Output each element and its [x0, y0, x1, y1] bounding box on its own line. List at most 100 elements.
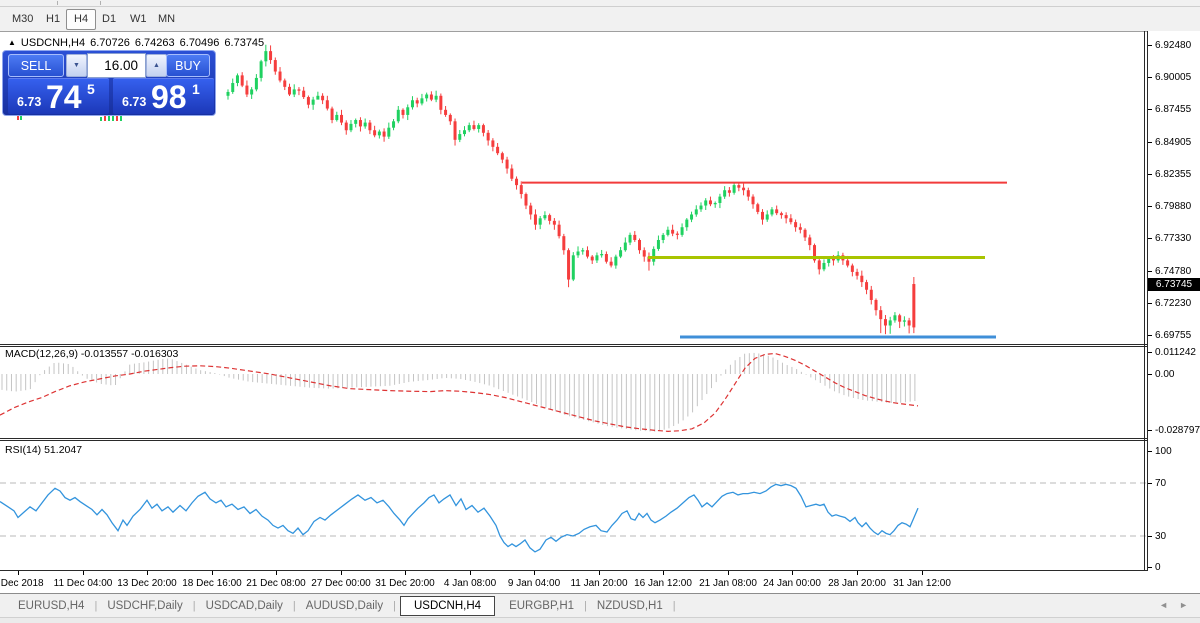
date-axis-label: 11 Jan 20:00	[570, 578, 627, 589]
date-tick	[147, 571, 148, 575]
sell-price-digits: 74	[46, 79, 82, 116]
sell-price-display[interactable]: 6.73 74 5	[8, 78, 109, 114]
tab-usdcad[interactable]: USDCAD,Daily	[196, 597, 293, 615]
chevron-down-icon: ▼	[73, 62, 80, 69]
volume-increase-button[interactable]: ▲	[146, 54, 167, 77]
rsi-axis-label: 70	[1155, 478, 1166, 489]
tab-scroll-right-icon[interactable]: ►	[1179, 600, 1188, 610]
rsi-label: RSI(14) 51.2047	[5, 444, 82, 456]
toolbar-separator	[100, 1, 101, 5]
tab-audusd[interactable]: AUDUSD,Daily	[296, 597, 393, 615]
date-tick	[83, 571, 84, 575]
rsi-tick	[1148, 536, 1152, 537]
date-axis-label: 18 Dec 16:00	[182, 578, 242, 589]
chevron-up-icon: ▲	[153, 62, 160, 69]
current-price-tag: 6.73745	[1148, 278, 1200, 291]
macd-axis-label: 0.011242	[1155, 347, 1196, 358]
price-axis-label: 6.77330	[1155, 233, 1191, 244]
date-tick	[18, 571, 19, 575]
date-axis: 6 Dec 201811 Dec 04:0013 Dec 20:0018 Dec…	[0, 571, 1200, 593]
date-tick	[534, 571, 535, 575]
rsi-indicator-pane[interactable]	[0, 441, 1148, 570]
date-axis-label: 27 Dec 00:00	[311, 578, 371, 589]
macd-axis-label: 0.00	[1155, 369, 1174, 380]
timeframe-button-h4[interactable]: H4	[66, 9, 96, 30]
date-axis-label: 4 Jan 08:00	[444, 578, 496, 589]
date-tick	[341, 571, 342, 575]
date-tick	[405, 571, 406, 575]
price-tick	[1148, 109, 1152, 110]
macd-axis-label: -0.028797	[1155, 425, 1200, 436]
date-tick	[792, 571, 793, 575]
date-tick	[276, 571, 277, 575]
price-axis-label: 6.87455	[1155, 104, 1191, 115]
rsi-axis-label: 100	[1155, 446, 1172, 457]
buy-price-prefix: 6.73	[122, 95, 146, 109]
tab-separator: |	[673, 600, 676, 612]
price-tick	[1148, 142, 1152, 143]
timeframe-button-mn[interactable]: MN	[150, 9, 183, 30]
date-tick	[922, 571, 923, 575]
date-tick	[663, 571, 664, 575]
date-tick	[212, 571, 213, 575]
price-tick	[1148, 335, 1152, 336]
upper-toolbar-sliver	[0, 0, 1200, 7]
sell-price-prefix: 6.73	[17, 95, 41, 109]
status-bar-sliver	[0, 617, 1200, 623]
price-axis-label: 6.74780	[1155, 266, 1191, 277]
macd-tick	[1148, 374, 1152, 375]
timeframe-toolbar: M30H1H4D1W1MN	[0, 7, 1200, 32]
tab-nzdusd[interactable]: NZDUSD,H1	[587, 597, 673, 615]
price-tick	[1148, 206, 1152, 207]
date-axis-label: 21 Jan 08:00	[699, 578, 757, 589]
date-axis-label: 11 Dec 04:00	[54, 578, 113, 589]
date-axis-label: 13 Dec 20:00	[117, 578, 177, 589]
tab-scroll-left-icon[interactable]: ◄	[1159, 600, 1168, 610]
sell-price-pip: 5	[87, 81, 95, 97]
price-axis-label: 6.92480	[1155, 40, 1191, 51]
timeframe-button-m30[interactable]: M30	[4, 9, 41, 30]
chart-tab-bar: EURUSD,H4|USDCHF,Daily|USDCAD,Daily|AUDU…	[0, 593, 1200, 617]
buy-button[interactable]: BUY	[166, 54, 210, 77]
price-tick	[1148, 271, 1152, 272]
price-tick	[1148, 303, 1152, 304]
volume-decrease-button[interactable]: ▼	[66, 54, 87, 77]
date-axis-label: 28 Jan 20:00	[828, 578, 886, 589]
date-axis-label: 31 Dec 20:00	[375, 578, 435, 589]
rsi-tick	[1148, 483, 1152, 484]
price-tick	[1148, 238, 1152, 239]
buy-price-display[interactable]: 6.73 98 1	[113, 78, 214, 114]
buy-price-pip: 1	[192, 81, 200, 97]
date-tick	[728, 571, 729, 575]
timeframe-button-h1[interactable]: H1	[38, 9, 68, 30]
date-tick	[470, 571, 471, 575]
macd-label: MACD(12,26,9) -0.013557 -0.016303	[5, 348, 178, 360]
macd-tick	[1148, 430, 1152, 431]
date-tick	[599, 571, 600, 575]
tab-eurusd[interactable]: EURUSD,H4	[8, 597, 94, 615]
volume-input[interactable]: 16.00	[87, 53, 146, 78]
one-click-trading-panel: SELL ▼ 16.00 ▲ BUY 6.73 74 5 6.73 98 1	[2, 50, 216, 116]
timeframe-button-d1[interactable]: D1	[94, 9, 124, 30]
tab-separator: |	[393, 600, 396, 612]
price-tick	[1148, 77, 1152, 78]
price-axis-label: 6.79880	[1155, 201, 1191, 212]
macd-tick	[1148, 352, 1152, 353]
tab-usdchf[interactable]: USDCHF,Daily	[97, 597, 192, 615]
rsi-axis-label: 30	[1155, 531, 1166, 542]
rsi-tick	[1148, 451, 1152, 452]
sell-button[interactable]: SELL	[8, 54, 64, 77]
price-axis-label: 6.90005	[1155, 72, 1191, 83]
price-axis: 6.924806.900056.874556.849056.823556.798…	[1148, 31, 1200, 592]
tab-usdcnh[interactable]: USDCNH,H4	[400, 596, 495, 616]
date-axis-label: 16 Jan 12:00	[634, 578, 692, 589]
pane-divider[interactable]	[0, 344, 1148, 345]
macd-indicator-pane[interactable]	[0, 347, 1148, 438]
pane-divider[interactable]	[0, 438, 1148, 439]
date-axis-label: 31 Jan 12:00	[893, 578, 951, 589]
tab-eurgbp[interactable]: EURGBP,H1	[499, 597, 584, 615]
date-tick	[857, 571, 858, 575]
price-axis-label: 6.82355	[1155, 169, 1191, 180]
price-axis-label: 6.72230	[1155, 298, 1191, 309]
price-tick	[1148, 45, 1152, 46]
